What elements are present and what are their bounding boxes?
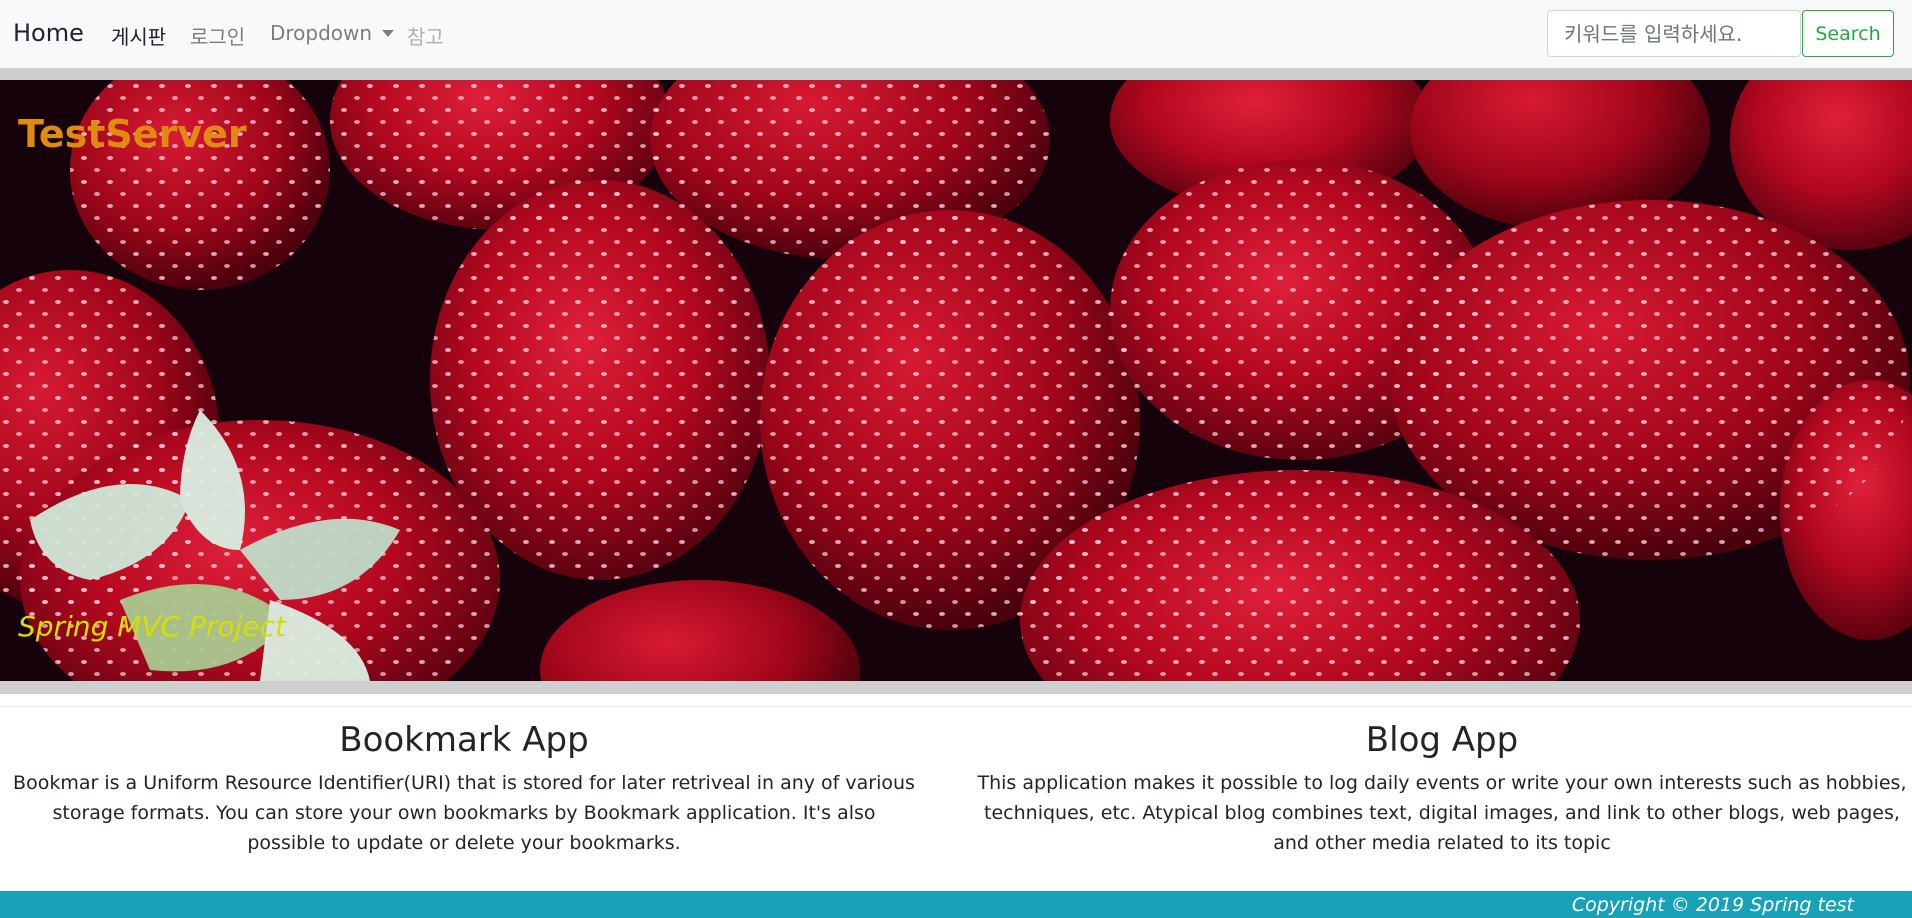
nav-item-dropdown[interactable]: Dropdown <box>270 21 395 45</box>
strawberries-image <box>0 80 1912 681</box>
nav-item-reference[interactable]: 참고 <box>407 21 444 50</box>
footer: Copyright © 2019 Spring test <box>0 891 1912 918</box>
brand-home-link[interactable]: Home <box>13 19 84 47</box>
nav-item-board[interactable]: 게시판 <box>111 21 166 50</box>
search-input[interactable] <box>1547 10 1801 57</box>
section-divider <box>0 706 1912 707</box>
card-description: This application makes it possible to lo… <box>977 772 1907 854</box>
dropdown-label: Dropdown <box>270 21 373 45</box>
copyright-text: Copyright © 2019 Spring test <box>1571 894 1854 916</box>
blog-app-card: Blog App This application makes it possi… <box>970 718 1912 858</box>
caret-down-icon <box>382 29 395 37</box>
bookmark-app-card: Bookmark App Bookmar is a Uniform Resour… <box>8 718 920 858</box>
hero-subtitle: Spring MVC Project <box>18 610 286 643</box>
nav-item-login[interactable]: 로그인 <box>190 21 245 50</box>
hero-title: TestServer <box>18 112 247 156</box>
top-navbar: Home 게시판 로그인 Dropdown 참고 Search <box>0 0 1912 68</box>
card-description: Bookmar is a Uniform Resource Identifier… <box>13 772 915 854</box>
hero-banner-image: TestServer Spring MVC Project <box>0 80 1912 681</box>
card-title: Bookmark App <box>339 720 589 760</box>
card-title: Blog App <box>1365 720 1519 760</box>
search-button[interactable]: Search <box>1802 10 1894 57</box>
